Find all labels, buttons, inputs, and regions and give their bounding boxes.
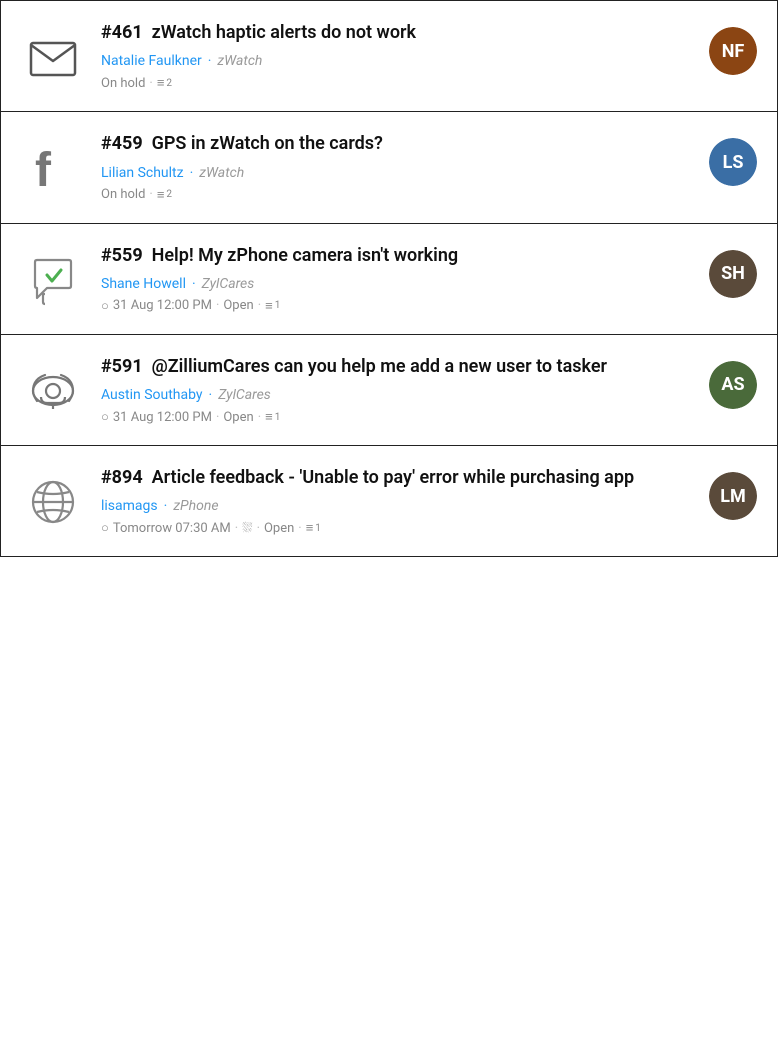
ticket-customer[interactable]: Lilian Schultz · zWatch (101, 165, 693, 181)
clock-icon: ○ (101, 520, 109, 536)
ticket-title: #461 zWatch haptic alerts do not work (101, 21, 693, 45)
ticket-title: #559 Help! My zPhone camera isn't workin… (101, 244, 693, 268)
ticket-brand: ZylCares (202, 276, 255, 292)
ticket-time: 31 Aug 12:00 PM (113, 410, 212, 425)
avatar: LS (709, 138, 757, 186)
ticket-card-461[interactable]: #461 zWatch haptic alerts do not work Na… (0, 0, 778, 111)
customer-name[interactable]: lisamags (101, 498, 158, 514)
ticket-card-559[interactable]: #559 Help! My zPhone camera isn't workin… (0, 223, 778, 334)
ticket-brand: zPhone (173, 498, 218, 514)
ticket-body: #559 Help! My zPhone camera isn't workin… (101, 244, 693, 314)
ticket-time: Tomorrow 07:30 AM (113, 521, 231, 536)
ticket-customer[interactable]: Natalie Faulkner · zWatch (101, 53, 693, 69)
customer-name[interactable]: Natalie Faulkner (101, 53, 202, 69)
clock-icon: ○ (101, 409, 109, 425)
avatar-initials: LM (709, 472, 757, 520)
ticket-meta: On hold· ≡2 (101, 187, 693, 203)
customer-name[interactable]: Shane Howell (101, 276, 186, 292)
ticket-brand: ZylCares (218, 387, 271, 403)
ticket-replies: ≡2 (157, 187, 172, 203)
ticket-number: #459 (101, 133, 143, 154)
ticket-body: #894 Article feedback - 'Unable to pay' … (101, 466, 693, 536)
avatar: SH (709, 250, 757, 298)
avatar: LM (709, 472, 757, 520)
avatar: NF (709, 27, 757, 75)
ticket-card-459[interactable]: f #459 GPS in zWatch on the cards? Lilia… (0, 111, 778, 222)
ticket-channel-icon (21, 25, 85, 89)
replies-icon: ≡ (157, 75, 165, 91)
ticket-status: On hold (101, 76, 145, 91)
ticket-channel-icon (21, 470, 85, 534)
avatar: AS (709, 361, 757, 409)
ticket-channel-icon: f (21, 136, 85, 200)
ticket-title: #459 GPS in zWatch on the cards? (101, 132, 693, 156)
replies-icon: ≡ (265, 298, 273, 314)
snooze-icon: ⛆ (242, 521, 252, 536)
ticket-number: #591 (101, 356, 143, 377)
ticket-customer[interactable]: Shane Howell · ZylCares (101, 276, 693, 292)
ticket-replies: ≡1 (265, 409, 280, 425)
replies-icon: ≡ (157, 187, 165, 203)
ticket-status: On hold (101, 187, 145, 202)
avatar-initials: LS (709, 138, 757, 186)
ticket-replies: ≡2 (157, 75, 172, 91)
avatar-initials: SH (709, 250, 757, 298)
ticket-list: #461 zWatch haptic alerts do not work Na… (0, 0, 778, 557)
avatar-initials: AS (709, 361, 757, 409)
ticket-number: #461 (101, 22, 143, 43)
ticket-channel-icon (21, 248, 85, 312)
customer-name[interactable]: Austin Southaby (101, 387, 203, 403)
ticket-body: #459 GPS in zWatch on the cards? Lilian … (101, 132, 693, 202)
clock-icon: ○ (101, 298, 109, 314)
ticket-meta: On hold· ≡2 (101, 75, 693, 91)
ticket-meta: ○31 Aug 12:00 PM·Open· ≡1 (101, 298, 693, 314)
ticket-brand: zWatch (217, 53, 262, 69)
ticket-status: Open (223, 298, 253, 313)
ticket-customer[interactable]: lisamags · zPhone (101, 498, 693, 514)
ticket-card-591[interactable]: #591 @ZilliumCares can you help me add a… (0, 334, 778, 445)
ticket-status: Open (223, 410, 253, 425)
ticket-number: #894 (101, 467, 143, 488)
ticket-body: #461 zWatch haptic alerts do not work Na… (101, 21, 693, 91)
svg-text:f: f (35, 144, 52, 194)
ticket-card-894[interactable]: #894 Article feedback - 'Unable to pay' … (0, 445, 778, 557)
ticket-body: #591 @ZilliumCares can you help me add a… (101, 355, 693, 425)
ticket-time: 31 Aug 12:00 PM (113, 298, 212, 313)
ticket-replies: ≡1 (306, 520, 321, 536)
ticket-meta: ○Tomorrow 07:30 AM·⛆·Open· ≡1 (101, 520, 693, 536)
replies-icon: ≡ (306, 520, 314, 536)
replies-icon: ≡ (265, 409, 273, 425)
ticket-replies: ≡1 (265, 298, 280, 314)
ticket-title: #894 Article feedback - 'Unable to pay' … (101, 466, 693, 490)
customer-name[interactable]: Lilian Schultz (101, 165, 184, 181)
avatar-initials: NF (709, 27, 757, 75)
ticket-brand: zWatch (199, 165, 244, 181)
ticket-channel-icon (21, 359, 85, 423)
ticket-customer[interactable]: Austin Southaby · ZylCares (101, 387, 693, 403)
ticket-meta: ○31 Aug 12:00 PM·Open· ≡1 (101, 409, 693, 425)
ticket-status: Open (264, 521, 294, 536)
ticket-title: #591 @ZilliumCares can you help me add a… (101, 355, 693, 379)
ticket-number: #559 (101, 245, 143, 266)
